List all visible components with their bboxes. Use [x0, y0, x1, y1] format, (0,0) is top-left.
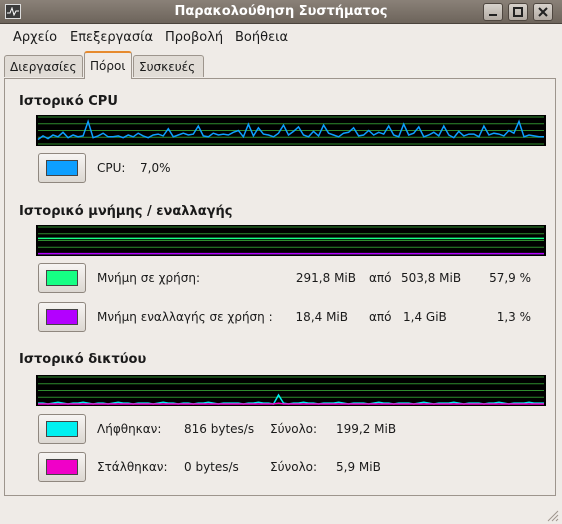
- tab-devices[interactable]: Συσκευές: [133, 55, 204, 77]
- maximize-button[interactable]: [508, 3, 528, 21]
- swap-used: 18,4 MiB: [295, 310, 348, 324]
- tab-bar: Διεργασίες Πόροι Συσκευές: [0, 51, 562, 79]
- cpu-value: 7,0%: [140, 161, 171, 175]
- tab-resources[interactable]: Πόροι: [84, 51, 132, 79]
- menu-file[interactable]: Αρχείο: [13, 30, 57, 45]
- memory-percent: 57,9 %: [489, 271, 531, 285]
- received-color-button[interactable]: [38, 414, 86, 444]
- memory-label: Μνήμη σε χρήση:: [97, 271, 201, 285]
- swap-color-swatch: [46, 309, 78, 325]
- received-color-swatch: [46, 421, 78, 437]
- cpu-color-button[interactable]: [38, 153, 86, 183]
- sent-label: Στάλθηκαν:: [97, 460, 168, 474]
- cpu-label: CPU:: [97, 161, 126, 175]
- network-history-graph: [36, 375, 546, 406]
- sent-total-label: Σύνολο:: [270, 460, 318, 474]
- swap-total: 1,4 GiB: [403, 310, 447, 324]
- sent-color-swatch: [46, 459, 78, 475]
- resize-grip-icon[interactable]: [545, 508, 559, 522]
- tab-processes[interactable]: Διεργασίες: [4, 55, 83, 77]
- received-label: Λήφθηκαν:: [97, 422, 162, 436]
- swap-color-button[interactable]: [38, 302, 86, 332]
- window-title: Παρακολούθηση Συστήματος: [174, 4, 388, 19]
- cpu-history-graph: [36, 115, 546, 146]
- sent-color-button[interactable]: [38, 452, 86, 482]
- received-rate: 816 bytes/s: [184, 422, 255, 436]
- memory-history-title: Ιστορικό μνήμης / εναλλαγής: [19, 204, 233, 219]
- memory-used: 291,8 MiB: [295, 271, 356, 285]
- menu-help[interactable]: Βοήθεια: [235, 30, 288, 45]
- memory-color-button[interactable]: [38, 263, 86, 293]
- memory-color-swatch: [46, 270, 78, 286]
- network-history-title: Ιστορικό δικτύου: [19, 352, 147, 367]
- sent-total: 5,9 MiB: [336, 460, 381, 474]
- minimize-button[interactable]: [483, 3, 503, 21]
- memory-total: 503,8 MiB: [401, 271, 462, 285]
- window-titlebar[interactable]: Παρακολούθηση Συστήματος: [0, 0, 562, 24]
- cpu-history-title: Ιστορικό CPU: [19, 94, 118, 109]
- received-series-line: [38, 393, 544, 405]
- received-total: 199,2 MiB: [336, 422, 397, 436]
- swap-label: Μνήμη εναλλαγής σε χρήση :: [97, 310, 273, 324]
- received-total-label: Σύνολο:: [270, 422, 318, 436]
- swap-percent: 1,3 %: [496, 310, 531, 324]
- resources-panel: Ιστορικό CPU CPU: 7,0% Ιστορικό μνήμης /…: [4, 78, 556, 496]
- menu-bar: Αρχείο Επεξεργασία Προβολή Βοήθεια: [0, 24, 562, 51]
- close-button[interactable]: [533, 3, 553, 21]
- memory-of: από: [369, 271, 392, 285]
- cpu-color-swatch: [46, 160, 78, 176]
- menu-edit[interactable]: Επεξεργασία: [70, 30, 153, 45]
- memory-history-graph: [36, 225, 546, 256]
- menu-view[interactable]: Προβολή: [165, 30, 223, 45]
- swap-of: από: [369, 310, 392, 324]
- sent-rate: 0 bytes/s: [184, 460, 239, 474]
